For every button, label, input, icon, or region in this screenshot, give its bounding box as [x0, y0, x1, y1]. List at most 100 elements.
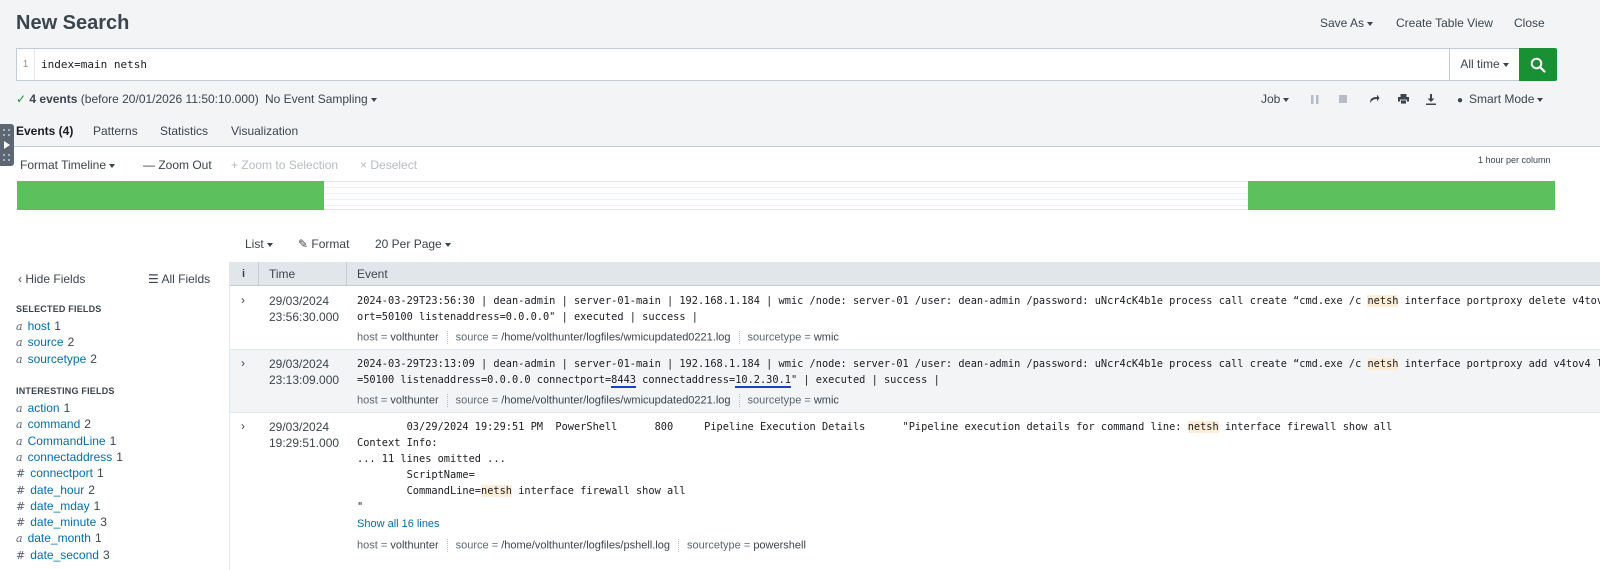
search-mode-dropdown[interactable]: ● Smart Mode — [1457, 92, 1544, 106]
show-all-lines-link[interactable]: Show all 16 lines — [357, 518, 440, 530]
download-icon[interactable] — [1424, 92, 1438, 106]
field-key: host = — [357, 394, 391, 407]
chevron-right-icon[interactable]: › — [241, 356, 245, 370]
zoom-out-label: Zoom Out — [158, 158, 212, 172]
field-item[interactable]: a sourcetype 2 — [16, 352, 97, 366]
zoom-out-button[interactable]: — Zoom Out — [143, 158, 212, 172]
field-name: connectport — [30, 466, 93, 481]
source-field[interactable]: source = /home/volthunter/logfiles/wmicu… — [456, 394, 731, 406]
timeline-bar[interactable] — [1248, 181, 1555, 210]
checkmark-icon: ✓ — [16, 92, 27, 106]
field-item[interactable]: # date_mday 1 — [16, 499, 100, 513]
search-term-highlight[interactable]: netsh — [1187, 421, 1219, 433]
event-text: interface firewall show all — [512, 485, 686, 497]
side-panel-toggle[interactable] — [0, 124, 14, 166]
fields-sidebar: ‹ Hide Fields ☰ All Fields SELECTED FIEL… — [0, 262, 230, 570]
host-field[interactable]: host = volthunter — [357, 331, 439, 343]
event-text: ort=50100 listenaddress=0.0.0.0" | execu… — [357, 311, 698, 323]
field-key: sourcetype = — [686, 539, 754, 552]
time-range-picker[interactable]: All time — [1449, 49, 1519, 80]
field-value: /home/volthunter/logfiles/wmicupdated022… — [501, 394, 731, 407]
sourcetype-field[interactable]: sourcetype = powershell — [687, 539, 806, 551]
event-text: =50100 listenaddress=0.0.0.0 connectport… — [357, 374, 612, 386]
tab-visualization[interactable]: Visualization — [231, 124, 298, 146]
timeline-chart[interactable] — [17, 181, 1555, 211]
hide-fields-button[interactable]: ‹ Hide Fields — [18, 272, 85, 286]
sourcetype-field[interactable]: sourcetype = wmic — [748, 394, 839, 406]
tab-statistics[interactable]: Statistics — [160, 124, 208, 146]
print-icon[interactable] — [1396, 92, 1410, 106]
field-type-icon: # — [16, 467, 26, 481]
field-count: 1 — [109, 433, 117, 448]
search-icon — [1530, 57, 1546, 73]
event-raw-text: 03/29/2024 19:29:51 PM PowerShell 800 Pi… — [357, 419, 1392, 515]
chevron-down-icon — [1502, 62, 1509, 67]
pause-icon[interactable] — [1308, 92, 1322, 106]
create-table-view-button[interactable]: Create Table View — [1396, 16, 1493, 30]
field-item[interactable]: a host 1 — [16, 319, 61, 333]
field-item[interactable]: a command 2 — [16, 417, 91, 431]
deselect-button[interactable]: × Deselect — [360, 158, 417, 172]
chevron-right-icon[interactable]: › — [241, 293, 245, 307]
field-item[interactable]: a date_month 1 — [16, 531, 102, 545]
source-field[interactable]: source = /home/volthunter/logfiles/wmicu… — [456, 331, 731, 343]
chevron-right-icon[interactable]: › — [241, 419, 245, 433]
host-field[interactable]: host = volthunter — [357, 539, 439, 551]
hide-fields-label: Hide Fields — [25, 272, 86, 286]
time-column-header[interactable]: Time — [269, 262, 295, 286]
field-item[interactable]: a CommandLine 1 — [16, 434, 116, 448]
sourcetype-field[interactable]: sourcetype = wmic — [748, 331, 839, 343]
field-item[interactable]: # date_hour 2 — [16, 483, 95, 497]
field-count: 1 — [63, 401, 71, 415]
all-fields-button[interactable]: ☰ All Fields — [148, 272, 210, 286]
pencil-icon: ✎ — [298, 237, 309, 251]
save-as-label: Save As — [1320, 16, 1365, 30]
search-term-highlight[interactable]: netsh — [1367, 295, 1399, 307]
stop-icon[interactable] — [1336, 92, 1350, 106]
close-button[interactable]: Close — [1514, 16, 1545, 30]
search-term-highlight[interactable]: netsh — [481, 485, 512, 497]
minus-icon: — — [143, 158, 155, 172]
format-timeline-dropdown[interactable]: Format Timeline — [20, 158, 116, 172]
field-item[interactable]: # date_second 3 — [16, 548, 110, 562]
event-count: 4 events — [29, 92, 78, 106]
list-view-dropdown[interactable]: List — [245, 237, 273, 251]
per-page-dropdown[interactable]: 20 Per Page — [375, 237, 451, 251]
field-item[interactable]: a connectaddress 1 — [16, 450, 123, 464]
lightbulb-icon: ● — [1457, 95, 1464, 106]
separator — [446, 394, 448, 407]
field-type-icon: # — [16, 499, 26, 513]
field-item[interactable]: a action 1 — [16, 401, 70, 415]
event-time: 29/03/2024 23:13:09.000 — [269, 356, 339, 388]
format-label: Format — [311, 237, 350, 251]
event-text: interface portproxy add v4tov4 listenpor… — [1404, 358, 1600, 370]
search-button[interactable] — [1519, 48, 1557, 81]
format-button[interactable]: ✎ Format — [298, 237, 349, 251]
chevron-down-icon — [266, 242, 273, 247]
host-field[interactable]: host = volthunter — [357, 394, 439, 406]
save-as-button[interactable]: Save As — [1320, 16, 1374, 30]
plus-icon: + — [231, 158, 239, 172]
close-icon: × — [360, 158, 368, 172]
event-text: CommandLine= — [357, 485, 481, 497]
search-term-highlight[interactable]: netsh — [1367, 358, 1399, 370]
field-item[interactable]: # connectport 1 — [16, 466, 104, 480]
timeline-bar[interactable] — [17, 181, 324, 210]
field-key: source = — [455, 331, 502, 344]
search-bar: 1 index=main netsh All time — [16, 48, 1557, 81]
event-text: " | executed | success | — [790, 374, 940, 386]
event-date: 29/03/2024 — [269, 357, 330, 371]
share-icon[interactable] — [1367, 92, 1381, 106]
job-menu[interactable]: Job — [1261, 92, 1290, 106]
tab-patterns[interactable]: Patterns — [93, 124, 138, 146]
search-input[interactable]: index=main netsh — [41, 49, 147, 80]
event-sampling-dropdown[interactable]: No Event Sampling — [265, 92, 377, 106]
event-column-header[interactable]: Event — [357, 262, 388, 286]
source-field[interactable]: source = /home/volthunter/logfiles/pshel… — [456, 539, 670, 551]
field-value: wmic — [813, 394, 839, 407]
zoom-to-selection-button[interactable]: + Zoom to Selection — [231, 158, 338, 172]
field-item[interactable]: # date_minute 3 — [16, 515, 107, 529]
info-column-header[interactable]: i — [242, 262, 245, 286]
field-item[interactable]: a source 2 — [16, 335, 74, 349]
field-count: 2 — [67, 335, 75, 350]
